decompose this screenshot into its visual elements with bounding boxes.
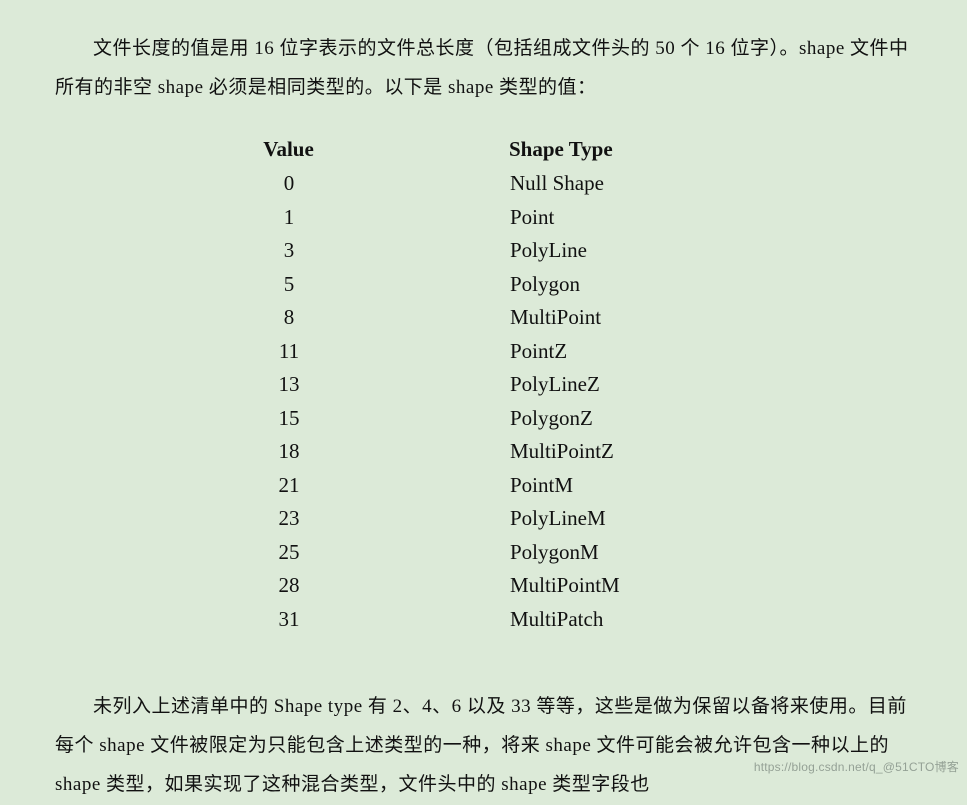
table-row: 21PointM <box>238 469 729 503</box>
table-header-row: Value Shape Type <box>238 134 729 168</box>
table-row: 8MultiPoint <box>238 301 729 335</box>
table-body: 0Null Shape1Point3PolyLine5Polygon8Multi… <box>238 167 729 636</box>
table-row: 1Point <box>238 201 729 235</box>
cell-shape-type: PointZ <box>509 335 729 369</box>
cell-shape-type: Point <box>509 201 729 235</box>
table-row: 25PolygonM <box>238 536 729 570</box>
table-row: 28MultiPointM <box>238 569 729 603</box>
cell-shape-type: Null Shape <box>509 167 729 201</box>
shape-type-table: Value Shape Type 0Null Shape1Point3PolyL… <box>238 134 729 637</box>
cell-shape-type: PolygonZ <box>509 402 729 436</box>
cell-shape-type: PointM <box>509 469 729 503</box>
intro-paragraph: 文件长度的值是用 16 位字表示的文件总长度（包括组成文件头的 50 个 16 … <box>55 30 912 108</box>
shape-type-table-wrap: Value Shape Type 0Null Shape1Point3PolyL… <box>55 134 912 637</box>
table-row: 5Polygon <box>238 268 729 302</box>
table-row: 23PolyLineM <box>238 502 729 536</box>
cell-value: 0 <box>238 167 509 201</box>
table-row: 31MultiPatch <box>238 603 729 637</box>
cell-value: 31 <box>238 603 509 637</box>
watermark-text: https://blog.csdn.net/q_@51CTO博客 <box>754 758 959 775</box>
table-row: 11PointZ <box>238 335 729 369</box>
cell-value: 23 <box>238 502 509 536</box>
cell-value: 11 <box>238 335 509 369</box>
cell-value: 13 <box>238 368 509 402</box>
cell-shape-type: PolyLineM <box>509 502 729 536</box>
cell-value: 5 <box>238 268 509 302</box>
cell-value: 21 <box>238 469 509 503</box>
cell-value: 1 <box>238 201 509 235</box>
header-value: Value <box>238 134 509 168</box>
table-row: 18MultiPointZ <box>238 435 729 469</box>
header-shape-type: Shape Type <box>509 134 729 168</box>
table-row: 15PolygonZ <box>238 402 729 436</box>
cell-shape-type: PolyLine <box>509 234 729 268</box>
cell-shape-type: PolyLineZ <box>509 368 729 402</box>
cell-shape-type: MultiPointM <box>509 569 729 603</box>
table-row: 0Null Shape <box>238 167 729 201</box>
document-page: 文件长度的值是用 16 位字表示的文件总长度（包括组成文件头的 50 个 16 … <box>0 0 967 805</box>
cell-value: 3 <box>238 234 509 268</box>
cell-shape-type: Polygon <box>509 268 729 302</box>
table-row: 13PolyLineZ <box>238 368 729 402</box>
notes-paragraph: 未列入上述清单中的 Shape type 有 2、4、6 以及 33 等等，这些… <box>55 688 912 805</box>
cell-value: 18 <box>238 435 509 469</box>
cell-shape-type: PolygonM <box>509 536 729 570</box>
cell-value: 8 <box>238 301 509 335</box>
cell-shape-type: MultiPoint <box>509 301 729 335</box>
table-row: 3PolyLine <box>238 234 729 268</box>
cell-value: 28 <box>238 569 509 603</box>
cell-shape-type: MultiPatch <box>509 603 729 637</box>
cell-value: 25 <box>238 536 509 570</box>
cell-value: 15 <box>238 402 509 436</box>
cell-shape-type: MultiPointZ <box>509 435 729 469</box>
